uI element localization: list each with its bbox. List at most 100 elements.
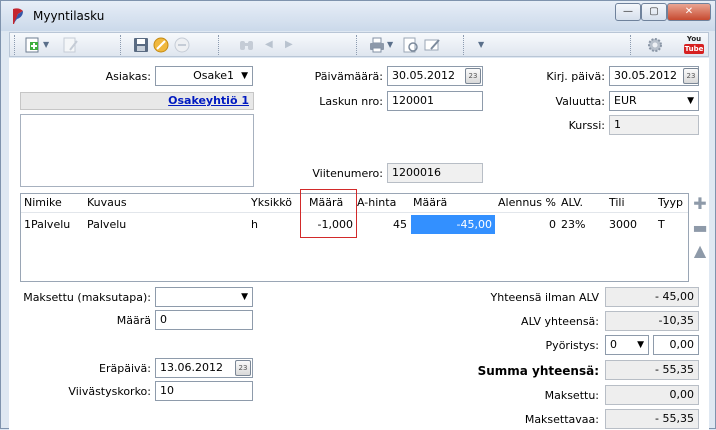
date-label: Päivämäärä: xyxy=(314,70,383,83)
date-calendar-icon[interactable]: 23 xyxy=(465,68,481,84)
reference-value: 1200016 xyxy=(392,166,441,179)
table-cell[interactable]: 0 xyxy=(498,215,556,234)
youtube-logo-top: You xyxy=(686,35,702,43)
save-icon[interactable] xyxy=(132,36,150,54)
col-header[interactable]: Tili xyxy=(609,196,625,209)
move-up-icon[interactable]: ▲ xyxy=(691,242,709,260)
customer-name-box: Osakeyhtiö 1 xyxy=(20,92,254,110)
interest-input[interactable]: 10 xyxy=(155,381,253,401)
paid-method-select[interactable]: ▼ xyxy=(155,287,253,307)
table-cell[interactable]: h xyxy=(251,215,258,234)
due-calendar-icon[interactable]: 23 xyxy=(235,360,251,376)
due-amount-label: Maksettavaa: xyxy=(524,413,599,426)
invoice-form: Asiakas: Osake1 ▼ Osakeyhtiö 1 Päivämäär… xyxy=(9,58,709,430)
interest-label: Viivästyskorko: xyxy=(68,385,151,398)
add-dropdown-icon[interactable]: ▼ xyxy=(43,36,49,54)
invoice-window: Myyntilasku — ▢ ✕ ▼ ◀ ▶ ▼ ▼ You Tube Asi… xyxy=(0,0,716,430)
edit-icon xyxy=(63,37,78,53)
rounding-input[interactable]: 0,00 xyxy=(653,335,699,355)
youtube-icon[interactable]: You Tube xyxy=(684,35,704,55)
print-icon[interactable] xyxy=(368,36,386,54)
due-calendar-glyph: 23 xyxy=(238,364,248,372)
table-cell[interactable]: 45 xyxy=(357,215,407,234)
add-icon[interactable] xyxy=(24,36,42,54)
due-amount-field: - 55,35 xyxy=(605,409,699,429)
notes-textarea[interactable] xyxy=(20,114,254,187)
email-icon[interactable] xyxy=(423,36,441,54)
chevron-down-icon: ▼ xyxy=(241,292,248,302)
toolbar-separator xyxy=(356,35,360,55)
col-header[interactable]: Kuvaus xyxy=(87,196,127,209)
close-icon: ✕ xyxy=(684,6,694,17)
app-logo-icon xyxy=(13,8,23,24)
add-row-icon[interactable]: ✚ xyxy=(691,195,709,213)
col-header[interactable]: Yksikkö xyxy=(251,196,292,209)
col-header[interactable]: Tyyp xyxy=(658,196,683,209)
currency-label: Valuutta: xyxy=(555,95,605,108)
paid-method-label: Maksettu (maksutapa): xyxy=(23,291,151,304)
due-date-value: 13.06.2012 xyxy=(160,361,223,374)
table-cell[interactable]: 3000 xyxy=(609,215,637,234)
table-cell-selected[interactable]: -45,00 xyxy=(411,215,495,234)
col-header[interactable]: Nimike xyxy=(24,196,62,209)
chevron-down-icon: ▼ xyxy=(637,340,644,350)
customer-select-value: Osake1 xyxy=(193,69,234,82)
booking-date-label: Kirj. päivä: xyxy=(546,70,605,83)
highlight-box xyxy=(300,189,357,238)
amount-value: 0 xyxy=(160,313,167,326)
booking-date-value: 30.05.2012 xyxy=(614,69,677,82)
reference-label: Viitenumero: xyxy=(312,167,383,180)
toolbar: ▼ ◀ ▶ ▼ ▼ You Tube xyxy=(9,32,709,57)
date-value: 30.05.2012 xyxy=(392,69,455,82)
currency-select[interactable]: EUR ▼ xyxy=(609,91,699,111)
chevron-down-icon: ▼ xyxy=(687,96,694,106)
title-bar: Myyntilasku — ▢ ✕ xyxy=(1,1,715,31)
customer-name-link[interactable]: Osakeyhtiö 1 xyxy=(168,94,249,107)
customer-select[interactable]: Osake1 ▼ xyxy=(155,66,253,86)
interest-value: 10 xyxy=(160,384,174,397)
booking-calendar-glyph: 23 xyxy=(686,72,696,80)
close-button[interactable]: ✕ xyxy=(667,3,711,21)
table-cell[interactable]: Palvelu xyxy=(87,215,126,234)
paid-value: 0,00 xyxy=(669,388,695,401)
window-title: Myyntilasku xyxy=(33,9,105,23)
remove-row-icon[interactable]: ▬ xyxy=(691,219,709,237)
invoice-number-input[interactable]: 120001 xyxy=(387,91,483,111)
rate-field: 1 xyxy=(609,115,699,135)
due-amount-value: - 55,35 xyxy=(655,412,694,425)
col-header[interactable]: A-hinta xyxy=(357,196,396,209)
total-field: - 55,35 xyxy=(605,360,699,380)
amount-label: Määrä xyxy=(116,314,151,327)
excl-vat-field: - 45,00 xyxy=(605,287,699,307)
amount-input[interactable]: 0 xyxy=(155,310,253,330)
minimize-button[interactable]: — xyxy=(615,3,641,21)
vat-total-field: -10,35 xyxy=(605,311,699,331)
settings-icon[interactable] xyxy=(646,36,664,54)
preview-icon[interactable] xyxy=(402,36,420,54)
toolbar-grip xyxy=(14,35,18,55)
booking-calendar-icon[interactable]: 23 xyxy=(683,68,699,84)
col-header[interactable]: ALV. xyxy=(561,196,583,209)
cancel-icon[interactable] xyxy=(152,36,170,54)
toolbar-separator xyxy=(218,35,222,55)
table-cell[interactable]: 1Palvelu xyxy=(24,215,70,234)
vat-total-value: -10,35 xyxy=(658,314,694,327)
rounding-select[interactable]: 0 ▼ xyxy=(605,335,649,355)
print-dropdown-icon[interactable]: ▼ xyxy=(387,36,393,54)
table-cell[interactable]: 23% xyxy=(561,215,585,234)
currency-value: EUR xyxy=(614,94,637,107)
next-icon: ▶ xyxy=(285,39,293,50)
maximize-button[interactable]: ▢ xyxy=(641,3,667,21)
maximize-icon: ▢ xyxy=(649,6,659,17)
more-icon[interactable]: ▼ xyxy=(478,36,484,54)
youtube-logo-bottom: Tube xyxy=(684,44,704,54)
table-cell[interactable]: T xyxy=(658,215,665,234)
remove-icon xyxy=(174,37,190,53)
col-header[interactable]: Alennus % xyxy=(498,196,556,209)
paid-field: 0,00 xyxy=(605,385,699,405)
total-value: - 55,35 xyxy=(655,363,694,376)
chevron-down-icon: ▼ xyxy=(241,71,248,81)
col-header[interactable]: Määrä xyxy=(413,196,447,209)
reference-field: 1200016 xyxy=(387,163,483,183)
toolbar-separator xyxy=(630,35,634,55)
